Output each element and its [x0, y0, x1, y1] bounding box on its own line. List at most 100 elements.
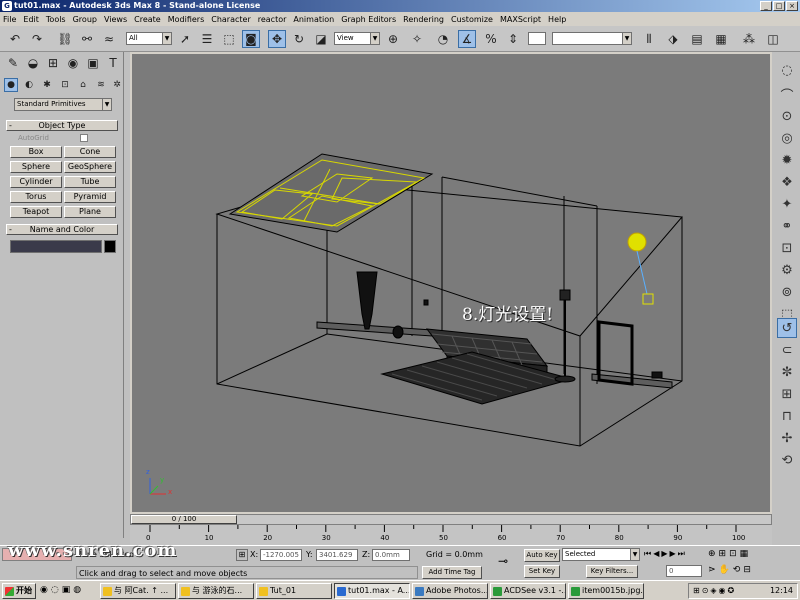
menu-help[interactable]: Help: [548, 15, 566, 24]
modifier-icon[interactable]: ⚙: [777, 260, 797, 280]
align-icon[interactable]: ⬗: [664, 30, 682, 48]
mirror-icon[interactable]: ⫴: [640, 30, 658, 48]
maximize-button[interactable]: □: [773, 1, 785, 11]
geosphere-button[interactable]: GeoSphere: [64, 161, 116, 173]
cone-button[interactable]: Cone: [64, 146, 116, 158]
cylinder-button[interactable]: Cylinder: [10, 176, 62, 188]
torus-button[interactable]: Torus: [10, 191, 62, 203]
app-icon[interactable]: G: [2, 1, 12, 11]
key-mode-dropdown[interactable]: Selected ▼: [562, 548, 640, 561]
create-tab-icon[interactable]: ✎: [4, 54, 22, 72]
autogrid-checkbox[interactable]: [80, 134, 88, 142]
material-editor-icon[interactable]: ◫: [764, 30, 782, 48]
lamp-icon[interactable]: ❖: [777, 172, 797, 192]
ie-icon[interactable]: ◉: [40, 585, 48, 595]
go-to-start-icon[interactable]: ⏮: [644, 549, 651, 559]
play-icon[interactable]: ▶: [661, 549, 667, 559]
auto-key-button[interactable]: Auto Key: [524, 549, 560, 562]
menu-reactor[interactable]: reactor: [258, 15, 287, 24]
zoom-all-icon[interactable]: ⊞: [719, 549, 727, 559]
object-color-swatch[interactable]: [104, 240, 116, 253]
helper-icon[interactable]: ⊡: [777, 238, 797, 258]
menu-maxscript[interactable]: MAXScript: [500, 15, 541, 24]
category-dropdown[interactable]: Standard Primitives ▼: [14, 98, 112, 111]
hierarchy-icon[interactable]: ⊓: [777, 406, 797, 426]
display-tab-icon[interactable]: ▣: [84, 54, 102, 72]
go-to-end-icon[interactable]: ⏭: [678, 549, 685, 559]
menu-rendering[interactable]: Rendering: [403, 15, 444, 24]
maximize-viewport-icon[interactable]: ⊟: [743, 565, 751, 575]
unlink-icon[interactable]: ⚯: [78, 30, 96, 48]
menu-group[interactable]: Group: [73, 15, 97, 24]
tube-button[interactable]: Tube: [64, 176, 116, 188]
close-button[interactable]: ×: [786, 1, 798, 11]
start-button[interactable]: 开始: [2, 583, 36, 599]
outlook-icon[interactable]: ◌: [51, 585, 59, 595]
reference-coordinate-dropdown[interactable]: View ▼: [334, 32, 380, 45]
camera-icon[interactable]: ⚭: [777, 216, 797, 236]
particle-icon[interactable]: ✼: [777, 362, 797, 382]
angle-snap-icon[interactable]: ∡: [458, 30, 476, 48]
systems-category-icon[interactable]: ✲: [110, 78, 124, 92]
cameras-category-icon[interactable]: ⊡: [58, 78, 72, 92]
previous-frame-icon[interactable]: ◀: [653, 549, 659, 559]
select-and-scale-icon[interactable]: ◪: [312, 30, 330, 48]
window-crossing-icon[interactable]: ◙: [242, 30, 260, 48]
menu-edit[interactable]: Edit: [23, 15, 39, 24]
task-image-viewer[interactable]: item0015b.jpg...: [568, 583, 644, 599]
spinner-snap-icon[interactable]: ⇕: [504, 30, 522, 48]
schematic-view-icon[interactable]: ⁂: [740, 30, 758, 48]
z-coordinate-field[interactable]: 0.0mm: [372, 549, 410, 561]
create-icon[interactable]: ◌: [777, 60, 797, 80]
current-frame-field[interactable]: 0: [666, 565, 702, 577]
task-tut-folder[interactable]: Tut_01: [256, 583, 332, 599]
select-manipulate-icon[interactable]: ✧: [408, 30, 426, 48]
pan-view-icon[interactable]: ✋: [719, 565, 730, 575]
utilities-tab-icon[interactable]: T: [104, 54, 122, 72]
zoom-extents-icon[interactable]: ⊡: [729, 549, 737, 559]
menu-character[interactable]: Character: [211, 15, 251, 24]
selection-filter-dropdown[interactable]: All ▼: [126, 32, 172, 45]
box-button[interactable]: Box: [10, 146, 62, 158]
name-color-rollout[interactable]: - Name and Color: [6, 224, 118, 235]
menu-customize[interactable]: Customize: [451, 15, 493, 24]
y-coordinate-field[interactable]: 3401.629: [316, 549, 358, 561]
rotate-icon[interactable]: ⟲: [777, 450, 797, 470]
sphere-icon[interactable]: ⊙: [777, 106, 797, 126]
curve-icon[interactable]: ⌒: [777, 84, 797, 104]
time-slider-thumb[interactable]: 0 / 100: [131, 515, 237, 524]
menu-graph-editors[interactable]: Graph Editors: [341, 15, 396, 24]
menu-create[interactable]: Create: [134, 15, 161, 24]
magnet-icon[interactable]: ⊂: [777, 340, 797, 360]
next-frame-icon[interactable]: ▶: [670, 549, 676, 559]
curve-editor-icon[interactable]: ▦: [712, 30, 730, 48]
select-and-rotate-icon[interactable]: ↻: [290, 30, 308, 48]
shapes-category-icon[interactable]: ◐: [22, 78, 36, 92]
task-qq-chat-1[interactable]: 与 阿Cat. ↑ ...: [100, 583, 176, 599]
edit-named-selections-icon[interactable]: [528, 32, 546, 45]
pyramid-button[interactable]: Pyramid: [64, 191, 116, 203]
spot-icon[interactable]: ✦: [777, 194, 797, 214]
spacewarps-category-icon[interactable]: ≋: [94, 78, 108, 92]
light-icon[interactable]: ✹: [777, 150, 797, 170]
move-icon[interactable]: ✢: [777, 428, 797, 448]
object-type-rollout[interactable]: - Object Type: [6, 120, 118, 131]
task-acdsee[interactable]: ACDSee v3.1 -...: [490, 583, 566, 599]
x-coordinate-field[interactable]: -1270.005: [260, 549, 302, 561]
track-bar[interactable]: 0 10 20 30 40 50 60 70 80 90 100: [130, 525, 772, 545]
select-object-icon[interactable]: ➚: [176, 30, 194, 48]
task-qq-chat-2[interactable]: 与 游泳的石...: [178, 583, 254, 599]
helpers-category-icon[interactable]: ⌂: [76, 78, 90, 92]
sphere-button[interactable]: Sphere: [10, 161, 62, 173]
layer-manager-icon[interactable]: ▤: [688, 30, 706, 48]
plane-button[interactable]: Plane: [64, 206, 116, 218]
media-icon[interactable]: ◍: [73, 585, 81, 595]
time-slider[interactable]: 0 / 100: [130, 514, 772, 525]
task-3dsmax[interactable]: tut01.max - A...: [334, 583, 410, 599]
percent-snap-icon[interactable]: %: [482, 30, 500, 48]
menu-modifiers[interactable]: Modifiers: [168, 15, 205, 24]
object-name-field[interactable]: [10, 240, 102, 253]
zoom-icon[interactable]: ⊕: [708, 549, 716, 559]
hierarchy-tab-icon[interactable]: ⊞: [44, 54, 62, 72]
rectangular-selection-icon[interactable]: ⬚: [220, 30, 238, 48]
